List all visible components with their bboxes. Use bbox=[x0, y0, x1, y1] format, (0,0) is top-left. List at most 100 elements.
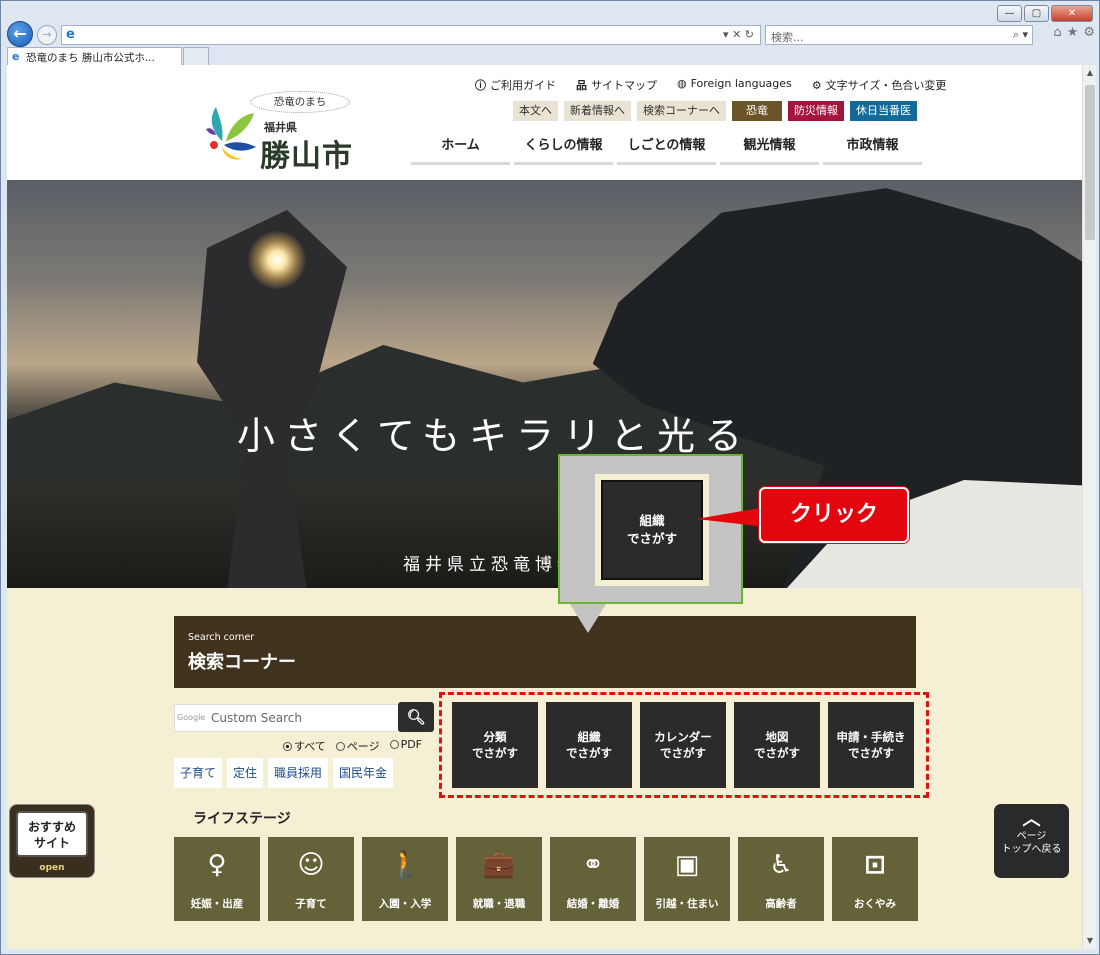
marriage-icon: ⚭ bbox=[582, 850, 604, 880]
vertical-scrollbar[interactable]: ▲ ▼ bbox=[1082, 65, 1096, 949]
site-search-input[interactable]: Google Custom Search bbox=[174, 704, 399, 732]
child-icon: ☺ bbox=[297, 850, 325, 880]
favorites-icon[interactable]: ★ bbox=[1067, 25, 1079, 40]
google-brand: Google bbox=[177, 713, 206, 722]
highlight-dashed-box bbox=[439, 692, 929, 798]
life-stage-title: ライフステージ bbox=[193, 811, 291, 827]
moving-icon: ▣ bbox=[674, 850, 700, 880]
hero-title: 小さくてもキラリと光る bbox=[237, 414, 751, 458]
minimize-button[interactable]: — bbox=[997, 5, 1022, 22]
scroll-up-icon[interactable]: ▲ bbox=[1083, 65, 1097, 81]
dinosaur-link[interactable]: 恐竜 bbox=[732, 101, 782, 121]
tag-national-pension[interactable]: 国民年金 bbox=[333, 758, 394, 788]
util-label: ご利用ガイド bbox=[490, 79, 556, 92]
page-viewport: 恐竜のまち 福井県 勝山市 ⓘ ご利用ガイド 品サイトマップ ◍ Foreign l… bbox=[7, 65, 1082, 949]
browser-search-input[interactable]: 検索... ⌕ ▾ bbox=[765, 25, 1033, 45]
condolence-icon: ⊡ bbox=[864, 850, 886, 880]
close-button[interactable]: ✕ bbox=[1051, 5, 1093, 22]
life-stage-pregnancy[interactable]: ♀ 妊娠・出産 bbox=[174, 837, 260, 921]
maximize-button[interactable]: ▢ bbox=[1024, 5, 1049, 22]
quick-tags: 子育て 定住 職員採用 国民年金 bbox=[174, 758, 394, 788]
util-textsize-link[interactable]: ⚙ 文字サイズ・色合い変更 bbox=[812, 77, 947, 93]
zoom-callout: 組織 でさがす bbox=[558, 454, 743, 604]
radio-label: ページ bbox=[346, 740, 380, 753]
search-scope-radios: すべて ページ PDF bbox=[283, 738, 422, 754]
life-stage-childcare[interactable]: ☺ 子育て bbox=[268, 837, 354, 921]
util-sitemap-link[interactable]: 品サイトマップ bbox=[576, 77, 657, 93]
nav-city-admin[interactable]: 市政情報 bbox=[823, 131, 922, 165]
globe-icon: ◍ bbox=[677, 77, 687, 90]
life-stage-school[interactable]: 🚶 入園・入学 bbox=[362, 837, 448, 921]
gear-icon[interactable]: ⚙ bbox=[1083, 25, 1095, 40]
zoomed-organization-button[interactable]: 組織 でさがす bbox=[601, 480, 703, 580]
radio-pdf-dot bbox=[389, 740, 399, 749]
ie-tab-icon: e bbox=[12, 50, 20, 63]
life-stage-condolence[interactable]: ⊡ おくやみ bbox=[832, 837, 918, 921]
util-foreign-link[interactable]: ◍ Foreign languages bbox=[677, 77, 792, 93]
life-stage-label: 子育て bbox=[295, 898, 327, 910]
hero-banner: 小さくてもキラリと光る 福井県立恐竜博物 bbox=[7, 180, 1082, 588]
life-stage-moving[interactable]: ▣ 引越・住まい bbox=[644, 837, 730, 921]
util-label: Foreign languages bbox=[690, 77, 792, 90]
search-corner-subtitle: Search corner bbox=[188, 632, 255, 643]
nav-work[interactable]: しごとの情報 bbox=[617, 131, 716, 165]
holiday-doctor-link[interactable]: 休日当番医 bbox=[850, 101, 917, 121]
life-stage-label: 結婚・離婚 bbox=[566, 898, 620, 910]
new-tab-button[interactable] bbox=[183, 47, 209, 65]
life-stage-elderly[interactable]: ♿ 高齢者 bbox=[738, 837, 824, 921]
page-top-button[interactable]: ︿ ページ トップへ戻る bbox=[994, 804, 1069, 878]
radio-page-dot bbox=[335, 742, 345, 751]
window-controls: — ▢ ✕ bbox=[997, 5, 1093, 22]
search-section: Search corner 検索コーナー Google Custom Searc… bbox=[7, 588, 1082, 949]
school-icon: 🚶 bbox=[388, 850, 422, 880]
hero-caption: 福井県立恐竜博物 bbox=[403, 555, 579, 575]
nav-home[interactable]: ホーム bbox=[411, 131, 510, 165]
life-stage-label: 妊娠・出産 bbox=[190, 898, 244, 910]
life-stage-label: 入園・入学 bbox=[378, 898, 432, 910]
life-stage-work[interactable]: 💼 就職・退職 bbox=[456, 837, 542, 921]
tag-settlement[interactable]: 定住 bbox=[227, 758, 264, 788]
life-stage-label: おくやみ bbox=[854, 898, 896, 910]
search-icon: 🔍︎ bbox=[406, 708, 426, 726]
search-corner-link[interactable]: 検索コーナーへ bbox=[637, 101, 726, 121]
sitemap-icon: 品 bbox=[576, 79, 587, 92]
tag-recruitment[interactable]: 職員採用 bbox=[268, 758, 329, 788]
news-link[interactable]: 新着情報へ bbox=[564, 101, 631, 121]
logo-city: 勝山市 bbox=[260, 139, 353, 174]
forward-icon[interactable]: → bbox=[37, 25, 57, 45]
utility-nav: ⓘ ご利用ガイド 品サイトマップ ◍ Foreign languages ⚙ 文字サイ… bbox=[475, 77, 946, 93]
life-stage-label: 引越・住まい bbox=[655, 898, 719, 910]
elderly-icon: ♿ bbox=[769, 850, 793, 880]
recommended-sites-open: open bbox=[39, 863, 65, 873]
life-stage-label: 就職・退職 bbox=[472, 898, 526, 910]
guide-icon: ⓘ bbox=[475, 79, 486, 92]
logo-mark-icon bbox=[206, 107, 256, 160]
nav-tourism[interactable]: 観光情報 bbox=[720, 131, 819, 165]
radio-pdf[interactable]: PDF bbox=[389, 738, 422, 754]
util-label: 文字サイズ・色合い変更 bbox=[825, 79, 947, 92]
browser-window: — ▢ ✕ ← → e ▾ ✕ ↻ 検索... ⌕ ▾ ⌂ ★ ⚙ e 恐竜のま… bbox=[0, 0, 1100, 955]
life-stage-marriage[interactable]: ⚭ 結婚・離婚 bbox=[550, 837, 636, 921]
life-stage-label: 高齢者 bbox=[765, 898, 797, 910]
skip-to-content-link[interactable]: 本文へ bbox=[513, 101, 558, 121]
address-controls-icon[interactable]: ▾ ✕ ↻ bbox=[723, 28, 754, 41]
recommended-sites-button[interactable]: おすすめ サイト open bbox=[9, 804, 95, 878]
search-button[interactable]: 🔍︎ bbox=[398, 702, 434, 732]
home-icon[interactable]: ⌂ bbox=[1053, 25, 1061, 40]
site-logo[interactable]: 恐竜のまち 福井県 勝山市 bbox=[202, 89, 367, 174]
back-icon[interactable]: ← bbox=[7, 21, 33, 47]
disaster-info-link[interactable]: 防災情報 bbox=[788, 101, 844, 121]
search-placeholder: Custom Search bbox=[211, 711, 303, 725]
address-bar[interactable]: e ▾ ✕ ↻ bbox=[61, 25, 761, 45]
radio-page[interactable]: ページ bbox=[335, 738, 380, 754]
radio-all[interactable]: すべて bbox=[283, 738, 326, 754]
zoom-callout-inner: 組織 でさがす bbox=[595, 474, 709, 586]
util-guide-link[interactable]: ⓘ ご利用ガイド bbox=[475, 77, 556, 93]
scroll-down-icon[interactable]: ▼ bbox=[1083, 933, 1097, 949]
scroll-thumb[interactable] bbox=[1085, 85, 1095, 240]
nav-living[interactable]: くらしの情報 bbox=[514, 131, 613, 165]
browser-tab[interactable]: e 恐竜のまち 勝山市公式ホ... bbox=[7, 47, 182, 65]
hero-sun bbox=[247, 230, 307, 290]
tag-childcare[interactable]: 子育て bbox=[174, 758, 223, 788]
search-icon[interactable]: ⌕ ▾ bbox=[1013, 28, 1028, 42]
